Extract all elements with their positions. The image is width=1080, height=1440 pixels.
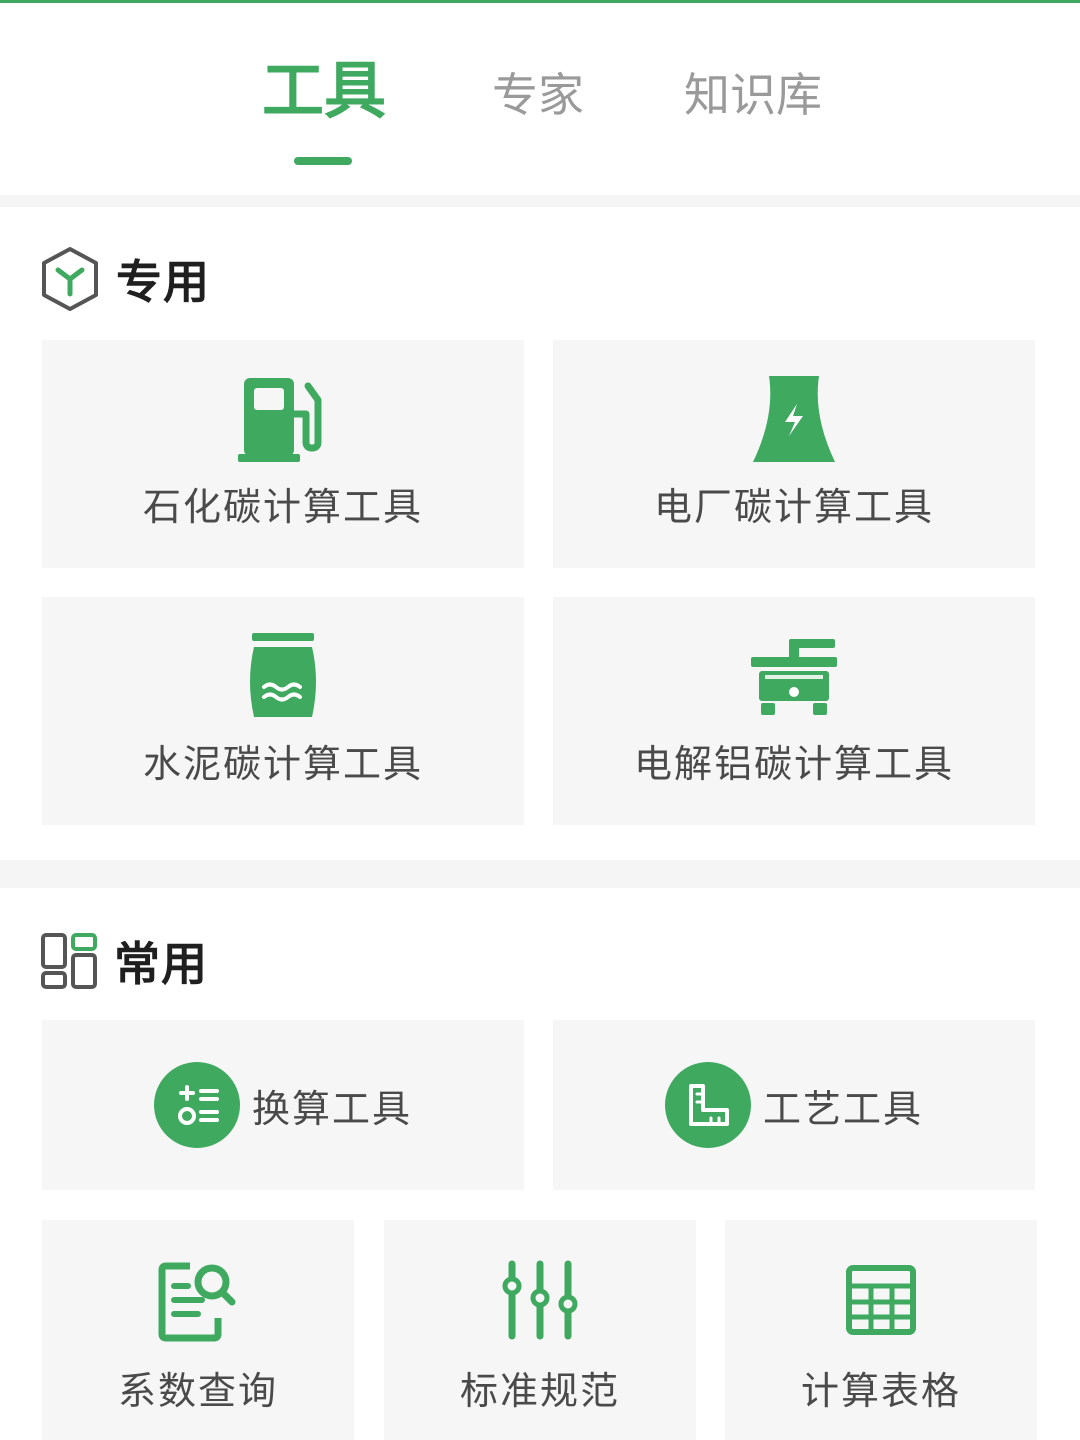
standards-card[interactable]: 标准规范 — [384, 1220, 696, 1440]
tab-knowledge-base[interactable]: 知识库 — [684, 55, 822, 135]
coefficient-query-card[interactable]: 系数查询 — [42, 1220, 354, 1440]
card-label: 水泥碳计算工具 — [142, 742, 423, 786]
fuel-pump-icon — [238, 374, 328, 468]
section-title: 常用 — [114, 937, 208, 991]
cement-bag-icon — [248, 633, 318, 723]
tab-experts[interactable]: 专家 — [492, 55, 584, 135]
card-label: 工艺工具 — [762, 1086, 923, 1131]
card-label: 石化碳计算工具 — [142, 485, 423, 529]
section-divider — [0, 860, 1080, 888]
grid-icon — [40, 932, 98, 990]
power-plant-icon — [749, 376, 839, 466]
conversion-tool-card[interactable]: 换算工具 — [42, 1020, 524, 1190]
electrolysis-machine-icon — [749, 637, 839, 721]
section-divider — [0, 195, 1080, 207]
card-label: 系数查询 — [117, 1369, 278, 1413]
common-section-header: 常用 — [40, 926, 208, 996]
calculator-icon — [153, 1062, 240, 1148]
table-icon — [845, 1264, 917, 1340]
section-title: 专用 — [116, 255, 210, 309]
active-tab-indicator — [294, 157, 352, 165]
calculation-table-card[interactable]: 计算表格 — [725, 1220, 1037, 1440]
petrochemical-carbon-tool-card[interactable]: 石化碳计算工具 — [42, 340, 524, 568]
sliders-icon — [500, 1260, 580, 1344]
process-tool-card[interactable]: 工艺工具 — [553, 1020, 1035, 1190]
card-label: 换算工具 — [251, 1086, 412, 1131]
cube-icon — [40, 246, 100, 312]
special-section-header: 专用 — [40, 244, 210, 314]
card-label: 电厂碳计算工具 — [653, 485, 934, 529]
card-label: 标准规范 — [459, 1369, 620, 1413]
document-search-icon — [158, 1260, 238, 1346]
cement-carbon-tool-card[interactable]: 水泥碳计算工具 — [42, 597, 524, 825]
tab-bar: 工具 专家 知识库 — [0, 3, 1080, 195]
tab-tools[interactable]: 工具 — [262, 51, 386, 131]
ruler-icon — [664, 1062, 751, 1148]
card-label: 电解铝碳计算工具 — [633, 742, 954, 786]
electrolytic-aluminum-carbon-tool-card[interactable]: 电解铝碳计算工具 — [553, 597, 1035, 825]
power-plant-carbon-tool-card[interactable]: 电厂碳计算工具 — [553, 340, 1035, 568]
card-label: 计算表格 — [800, 1369, 961, 1413]
